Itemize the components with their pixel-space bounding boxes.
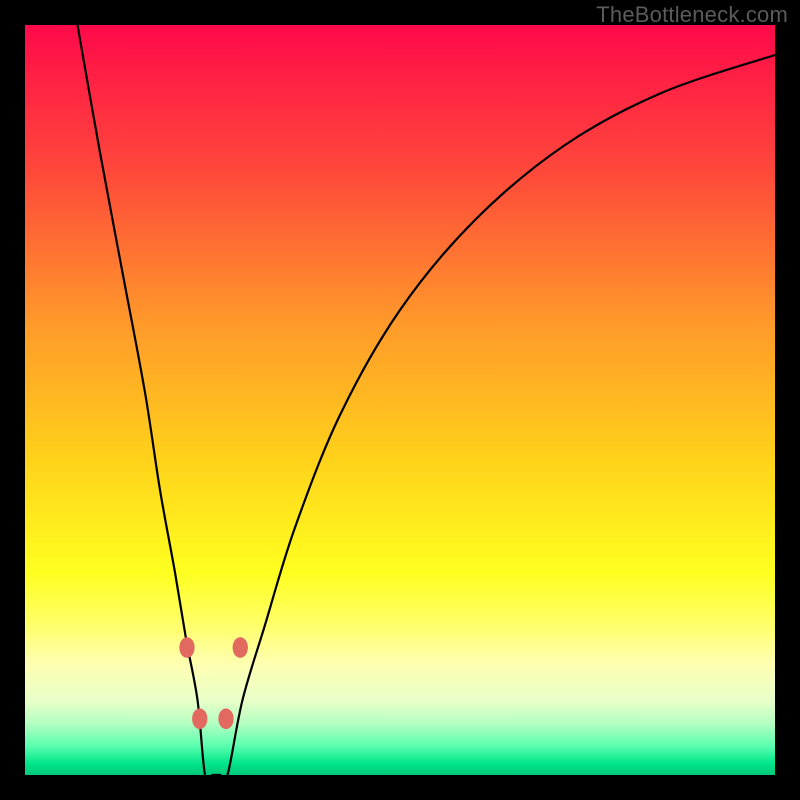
bottleneck-curve <box>78 25 776 775</box>
chart-plot <box>25 25 775 775</box>
threshold-dots <box>179 637 248 729</box>
chart-frame <box>25 25 775 775</box>
